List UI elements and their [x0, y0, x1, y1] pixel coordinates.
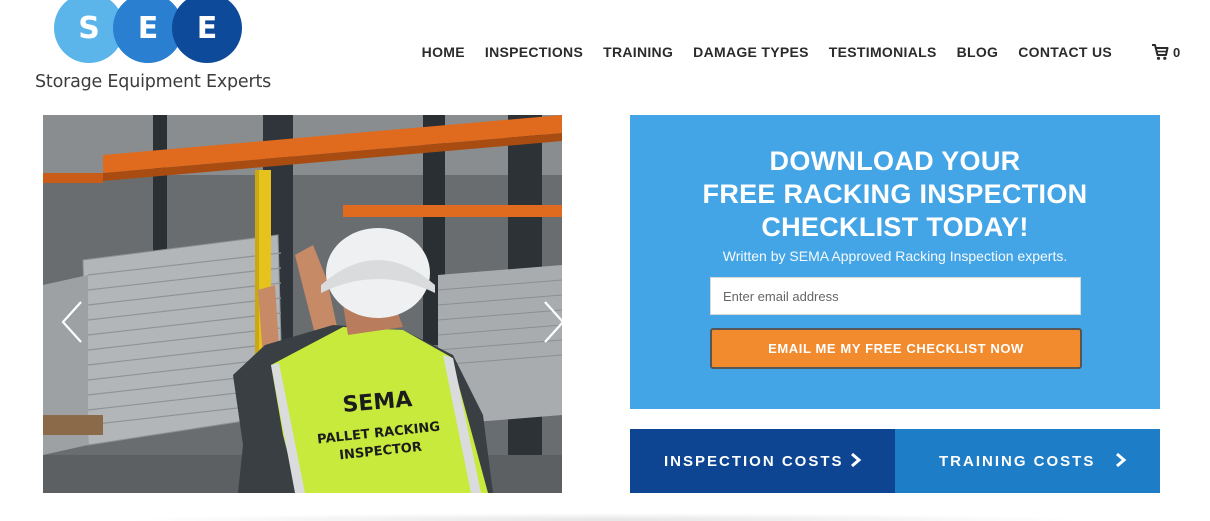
- nav-item-contact-us[interactable]: CONTACT US: [1018, 44, 1112, 62]
- cart-button[interactable]: 0: [1151, 43, 1180, 61]
- nav-item-inspections[interactable]: INSPECTIONS: [485, 44, 583, 62]
- main-nav: HOME INSPECTIONS TRAINING DAMAGE TYPES T…: [402, 44, 1112, 62]
- nav-item-testimonials[interactable]: TESTIMONIALS: [829, 44, 937, 62]
- optin-heading-line-3: CHECKLIST TODAY!: [761, 212, 1029, 242]
- hero-slider[interactable]: SEMA PALLET RACKING INSPECTOR: [43, 115, 562, 493]
- chevron-right-icon: [544, 301, 562, 343]
- cart-icon: [1152, 44, 1169, 60]
- logo-tagline: Storage Equipment Experts: [35, 72, 272, 92]
- optin-heading-line-2: FREE RACKING INSPECTION: [702, 179, 1088, 209]
- chevron-left-icon: [61, 301, 82, 343]
- slide-image: SEMA PALLET RACKING INSPECTOR: [43, 115, 562, 493]
- chevron-right-icon: [851, 452, 862, 468]
- email-input[interactable]: [710, 277, 1081, 315]
- cart-count: 0: [1173, 44, 1181, 60]
- optin-subheading: Written by SEMA Approved Racking Inspect…: [722, 248, 1068, 264]
- checklist-optin-box: DOWNLOAD YOUR FREE RACKING INSPECTION CH…: [630, 115, 1160, 409]
- nav-item-training[interactable]: TRAINING: [603, 44, 673, 62]
- site-logo[interactable]: S E E Storage Equipment Experts: [32, 0, 272, 100]
- chevron-right-icon: [1116, 452, 1127, 468]
- optin-heading-line-1: DOWNLOAD YOUR: [769, 146, 1021, 176]
- nav-item-damage-types[interactable]: DAMAGE TYPES: [693, 44, 809, 62]
- inspection-costs-button[interactable]: INSPECTION COSTS: [630, 429, 895, 493]
- logo-circle-e2: E: [172, 0, 242, 63]
- inspection-costs-label: INSPECTION COSTS: [664, 453, 844, 470]
- slider-prev-button[interactable]: [59, 300, 87, 344]
- nav-item-home[interactable]: HOME: [422, 44, 465, 62]
- slider-next-button[interactable]: [539, 300, 562, 344]
- section-shadow: [120, 513, 1090, 521]
- training-costs-label: TRAINING COSTS: [939, 453, 1096, 470]
- nav-item-blog[interactable]: BLOG: [957, 44, 999, 62]
- optin-heading: DOWNLOAD YOUR FREE RACKING INSPECTION CH…: [630, 145, 1160, 244]
- email-checklist-button[interactable]: EMAIL ME MY FREE CHECKLIST NOW: [710, 328, 1082, 369]
- training-costs-button[interactable]: TRAINING COSTS: [895, 429, 1160, 493]
